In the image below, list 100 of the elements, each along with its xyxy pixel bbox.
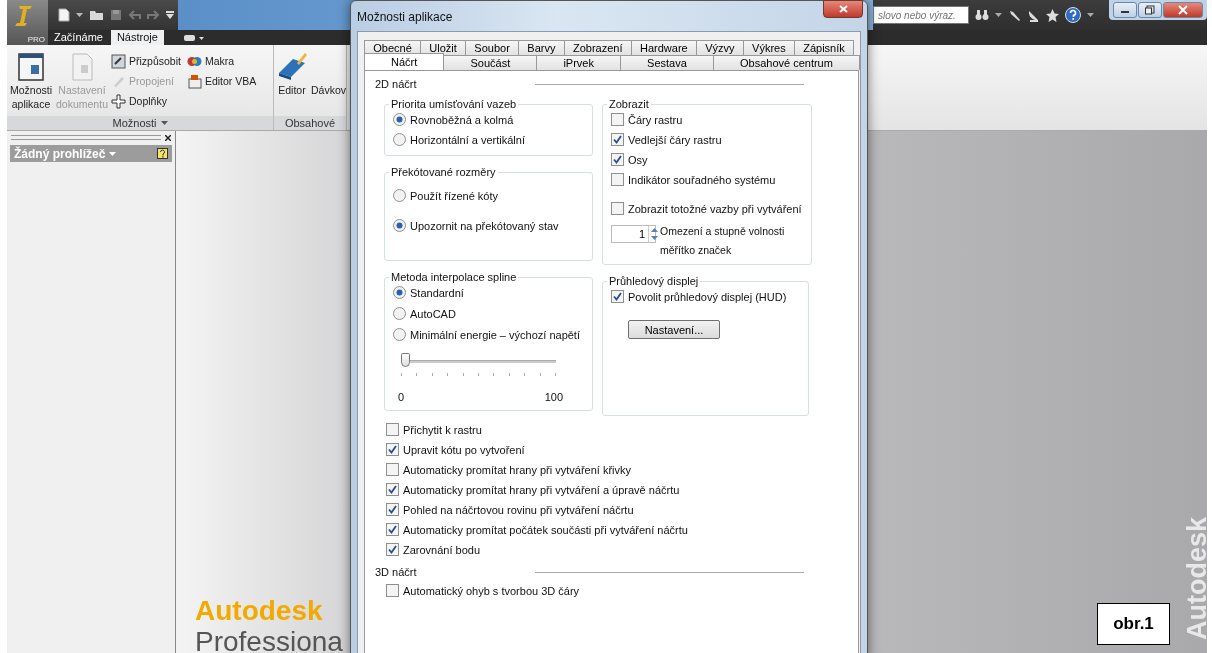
- side-brand: Autodesk: [1183, 516, 1211, 640]
- binoculars-icon[interactable]: [975, 9, 989, 21]
- ribbon-button[interactable]: Editor: [276, 51, 308, 116]
- checkbox-label[interactable]: Upravit kótu po vytvoření: [403, 443, 525, 456]
- radio-label[interactable]: Rovnoběžná a kolmá: [410, 113, 514, 126]
- ribbon-tab[interactable]: Nástroje: [110, 30, 164, 45]
- slider-min-label: 0: [398, 391, 405, 403]
- radio-label[interactable]: Upozornit na překótovaný stav: [410, 219, 559, 232]
- caret-icon[interactable]: [160, 121, 168, 125]
- radio-button[interactable]: [393, 328, 406, 341]
- dialog-title: Možnosti aplikace: [357, 10, 453, 24]
- dialog-tab[interactable]: Součást: [443, 55, 538, 70]
- dialog-tab[interactable]: Výkres: [742, 40, 795, 55]
- minimize-button[interactable]: [1113, 2, 1137, 18]
- display-toggle-icon[interactable]: [183, 33, 204, 42]
- ribbon-button[interactable]: Dávkov: [310, 51, 346, 116]
- dialog-tab[interactable]: Barvy: [518, 40, 565, 55]
- radio-label[interactable]: Standardní: [410, 286, 464, 299]
- close-button[interactable]: [1163, 2, 1203, 18]
- radio-button[interactable]: [393, 113, 406, 126]
- radio-label[interactable]: Minimální energie – výchozí napětí: [410, 328, 580, 341]
- caret-icon[interactable]: [76, 13, 83, 17]
- radio-button[interactable]: [393, 307, 406, 320]
- undo-icon[interactable]: [128, 10, 141, 20]
- dialog-tab[interactable]: Sestava: [620, 55, 714, 70]
- book-icon: [277, 51, 307, 83]
- checkbox-label[interactable]: Automatický ohyb s tvorbou 3D čáry: [403, 584, 580, 597]
- checkbox[interactable]: [386, 463, 399, 476]
- slider-thumb[interactable]: [401, 353, 410, 367]
- down-arrow-icon[interactable]: [649, 234, 660, 242]
- checkbox[interactable]: [386, 443, 399, 456]
- radio-label[interactable]: AutoCAD: [410, 307, 456, 320]
- ribbon-button[interactable]: Přizpůsobit: [110, 51, 181, 71]
- checkbox-label[interactable]: Vedlejší čáry rastru: [628, 133, 722, 146]
- dialog-tab[interactable]: Zápisník: [793, 40, 855, 55]
- radio-button[interactable]: [393, 133, 406, 146]
- help-icon[interactable]: [157, 148, 168, 159]
- radio-button[interactable]: [393, 189, 406, 202]
- checkbox[interactable]: [611, 290, 624, 303]
- checkbox[interactable]: [611, 173, 624, 186]
- number-spinner[interactable]: 1: [611, 225, 656, 243]
- caret-icon[interactable]: [1087, 13, 1094, 17]
- close-icon[interactable]: [165, 134, 171, 141]
- satellite-dish-icon[interactable]: [1027, 8, 1040, 22]
- checkbox-label[interactable]: Povolit průhledový displej (HUD): [628, 290, 787, 303]
- open-folder-icon[interactable]: [89, 9, 104, 21]
- edition-label: PRO: [27, 35, 45, 44]
- checkbox[interactable]: [386, 423, 399, 436]
- radio-button[interactable]: [393, 219, 406, 232]
- checkbox-label[interactable]: Automaticky promítat počátek součásti při vytváření náčrtu: [403, 523, 688, 536]
- radio-button[interactable]: [393, 286, 406, 299]
- search-field[interactable]: slovo nebo výraz.: [873, 6, 969, 24]
- checkbox-label[interactable]: Automaticky promítat hrany při vytváření a úpravě náčrtu: [403, 483, 680, 496]
- checkbox[interactable]: [611, 153, 624, 166]
- app-logo[interactable]: PRO: [7, 0, 48, 45]
- checkbox-label[interactable]: Pohled na náčrtovou rovinu při vytváření náčrtu: [403, 503, 634, 516]
- checkbox[interactable]: [386, 483, 399, 496]
- ribbon-button[interactable]: Možnosti aplikace: [9, 51, 53, 116]
- checkbox-label[interactable]: Indikátor souřadného systému: [628, 173, 776, 186]
- checkbox[interactable]: [611, 133, 624, 146]
- ribbon-button[interactable]: Makra: [186, 51, 257, 71]
- save-icon[interactable]: [110, 9, 122, 21]
- radio-label[interactable]: Horizontální a vertikální: [410, 133, 525, 146]
- caret-icon[interactable]: [995, 13, 1002, 17]
- checkbox[interactable]: [386, 503, 399, 516]
- checkbox-label[interactable]: Přichytit k rastru: [403, 423, 482, 436]
- checkbox-label[interactable]: Zarovnání bodu: [403, 543, 481, 556]
- checkbox[interactable]: [386, 584, 399, 597]
- dialog-tab[interactable]: Uložit: [420, 40, 467, 55]
- dialog-tab[interactable]: Hardware: [630, 40, 697, 55]
- new-file-icon[interactable]: [58, 8, 70, 22]
- ribbon-tab[interactable]: Začínáme: [48, 30, 109, 45]
- redo-icon[interactable]: [147, 10, 160, 20]
- star-icon[interactable]: [1046, 8, 1059, 22]
- radio-label[interactable]: Použít řízené kóty: [410, 189, 499, 202]
- checkbox-label[interactable]: Čáry rastru: [628, 113, 683, 126]
- ribbon-button[interactable]: Editor VBA: [186, 71, 257, 91]
- checkbox[interactable]: [386, 543, 399, 556]
- close-button[interactable]: [823, 0, 863, 18]
- restore-button[interactable]: [1138, 2, 1162, 18]
- dialog-tab[interactable]: Výzvy: [695, 40, 744, 55]
- checkbox-label[interactable]: Automaticky promítat hrany při vytváření křivky: [403, 463, 631, 476]
- up-arrow-icon[interactable]: [649, 226, 660, 234]
- dialog-tab[interactable]: Náčrt: [364, 53, 445, 70]
- dialog-tab[interactable]: Soubor: [465, 40, 520, 55]
- dialog-tab[interactable]: Zobrazení: [563, 40, 632, 55]
- ribbon-button[interactable]: Doplňky: [110, 91, 181, 111]
- checkbox-label[interactable]: Zobrazit totožné vazby při vytváření: [628, 202, 802, 215]
- settings-button[interactable]: Nastavení...: [628, 320, 720, 339]
- dialog-tab[interactable]: Obsahové centrum: [712, 55, 860, 70]
- figure-caption: obr.1: [1113, 614, 1154, 634]
- checkbox[interactable]: [611, 202, 624, 215]
- checkbox-label[interactable]: Osy: [628, 153, 648, 166]
- group-title: Průhledový displej: [608, 275, 700, 287]
- checkbox[interactable]: [611, 113, 624, 126]
- dropdown-icon[interactable]: [166, 11, 174, 19]
- caret-icon[interactable]: [109, 151, 117, 156]
- window-icon: [16, 51, 46, 83]
- dialog-tab[interactable]: iPrvek: [536, 55, 621, 70]
- checkbox[interactable]: [386, 523, 399, 536]
